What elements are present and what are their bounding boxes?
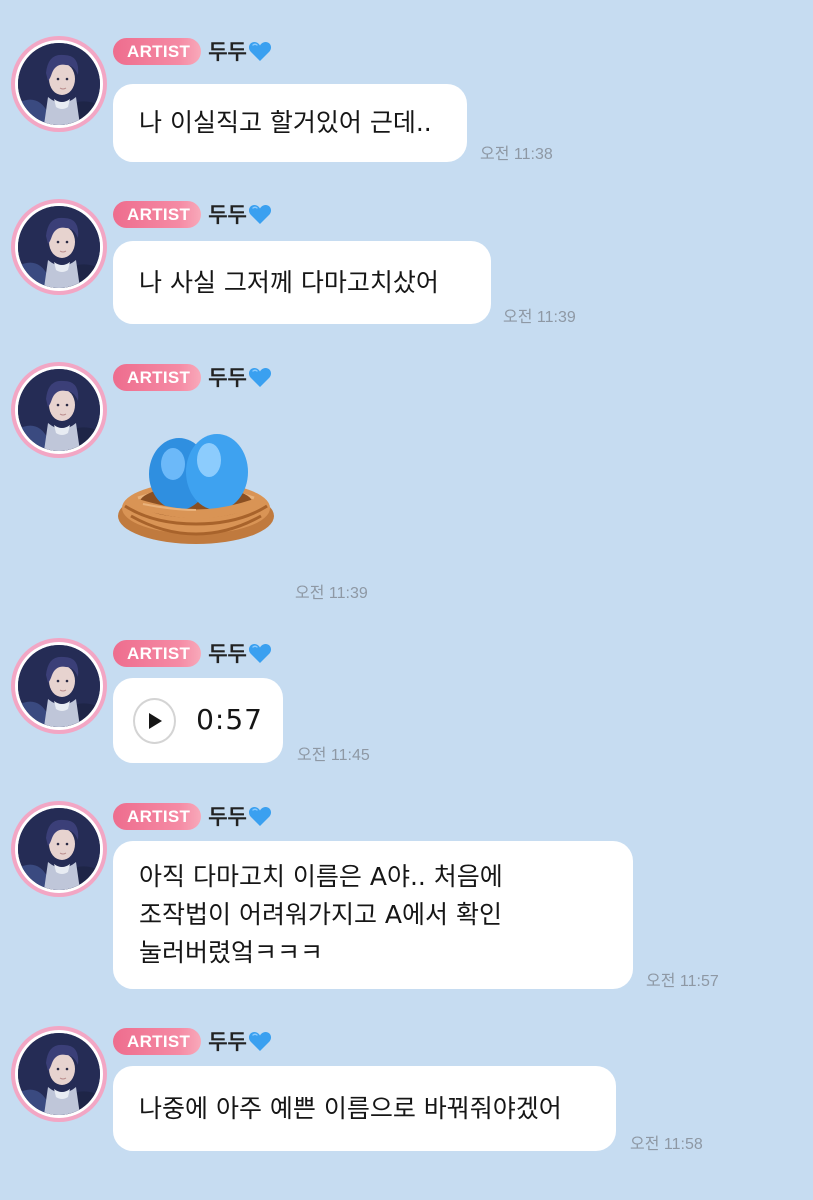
play-icon [148,712,162,729]
blue-heart-icon [248,366,272,388]
sender-name[interactable]: 두두 [208,638,272,668]
message-time: 오전 11:45 [297,747,370,764]
voice-duration: 0:57 [196,703,263,737]
avatar[interactable] [11,362,107,458]
sender-row: ARTIST 두두 [113,639,272,667]
blue-heart-icon [248,805,272,827]
blue-heart-icon [248,1030,272,1052]
blue-heart-icon [248,203,272,225]
artist-badge: ARTIST [113,802,202,830]
avatar[interactable] [11,638,107,734]
artist-badge: ARTIST [113,363,202,391]
sender-name-text: 두두 [208,40,247,64]
sender-row: ARTIST 두두 [113,802,272,830]
sender-name-text: 두두 [208,1030,247,1054]
play-button[interactable] [133,697,177,744]
sender-name-text: 두두 [208,805,247,829]
avatar[interactable] [11,801,107,897]
artist-badge: ARTIST [113,1027,202,1055]
nest-with-eggs-emoji[interactable] [113,428,279,548]
sender-name[interactable]: 두두 [208,362,272,392]
avatar[interactable] [11,36,107,132]
sender-row: ARTIST 두두 [113,1027,272,1055]
message-bubble[interactable]: 나 이실직고 할거있어 근데.. [113,84,467,162]
artist-badge: ARTIST [113,639,202,667]
message-time: 오전 11:38 [480,146,553,163]
sender-name-text: 두두 [208,203,247,227]
blue-heart-icon [248,642,272,664]
avatar[interactable] [11,1026,107,1122]
message-time: 오전 11:58 [630,1136,703,1153]
sender-row: ARTIST 두두 [113,37,272,65]
artist-badge: ARTIST [113,200,202,228]
message-time: 오전 11:39 [503,309,576,326]
avatar[interactable] [11,199,107,295]
sender-row: ARTIST 두두 [113,363,272,391]
sender-name[interactable]: 두두 [208,801,272,831]
message-bubble[interactable]: 아직 다마고치 이름은 A야.. 처음에 조작법이 어려워가지고 A에서 확인 … [113,841,633,989]
message-time: 오전 11:57 [646,973,719,990]
artist-badge: ARTIST [113,37,202,65]
sender-name[interactable]: 두두 [208,1026,272,1056]
blue-heart-icon [248,40,272,62]
sender-name[interactable]: 두두 [208,36,272,66]
message-time: 오전 11:39 [295,585,368,602]
sender-name-text: 두두 [208,366,247,390]
message-bubble[interactable]: 나중에 아주 예쁜 이름으로 바꿔줘야겠어 [113,1066,616,1151]
message-bubble[interactable]: 나 사실 그저께 다마고치샀어 [113,241,491,324]
sender-name[interactable]: 두두 [208,199,272,229]
voice-message-bubble[interactable]: 0:57 [113,678,283,763]
sender-name-text: 두두 [208,642,247,666]
sender-row: ARTIST 두두 [113,200,272,228]
